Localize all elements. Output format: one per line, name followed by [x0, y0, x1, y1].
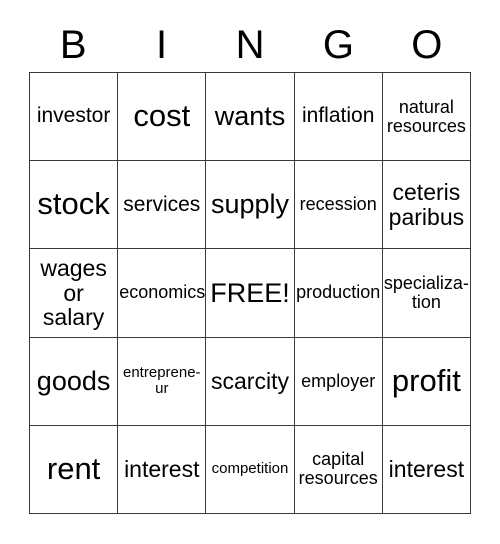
bingo-cell-label: natural resources — [386, 96, 466, 136]
bingo-grid: investor cost wants inflation natural re… — [29, 72, 471, 514]
bingo-cell[interactable]: supply — [206, 161, 295, 250]
bingo-cell[interactable]: investor — [30, 73, 119, 162]
bingo-cell-label: competition — [211, 460, 289, 478]
bingo-cell-label: rent — [46, 450, 101, 486]
bingo-cell-label: employer — [301, 370, 376, 391]
bingo-cell[interactable]: cost — [118, 73, 207, 162]
bingo-cell-label: recession — [299, 194, 377, 215]
bingo-cell[interactable]: natural resources — [382, 73, 471, 162]
bingo-cell-label: cost — [133, 98, 191, 134]
bingo-cell[interactable]: recession — [294, 161, 383, 250]
header-letter-g: G — [322, 23, 354, 67]
bingo-cell-label: interest — [388, 456, 465, 483]
bingo-cell-label: interest — [124, 456, 200, 483]
bingo-cell-label: specializa- tion — [383, 272, 469, 312]
bingo-cell-label: production — [296, 282, 381, 303]
header-letter-o: O — [411, 23, 443, 67]
bingo-cell[interactable]: goods — [30, 337, 119, 426]
bingo-cell[interactable]: entreprene- ur — [118, 337, 207, 426]
bingo-cell-label: capital resources — [298, 449, 378, 489]
bingo-cell[interactable]: stock — [30, 161, 119, 250]
bingo-cell[interactable]: capital resources — [294, 425, 383, 514]
bingo-cell[interactable]: specializa- tion — [382, 249, 471, 338]
bingo-cell[interactable]: services — [118, 161, 207, 250]
bingo-cell[interactable]: production — [294, 249, 383, 338]
bingo-cell[interactable]: interest — [118, 425, 207, 514]
bingo-cell-label: stock — [37, 186, 110, 222]
bingo-free-label: FREE! — [210, 277, 290, 308]
bingo-cell[interactable]: interest — [382, 425, 471, 514]
bingo-cell[interactable]: rent — [30, 425, 119, 514]
bingo-cell-label: investor — [36, 104, 111, 128]
bingo-cell-label: wages or salary — [40, 255, 107, 331]
bingo-cell[interactable]: employer — [294, 337, 383, 426]
bingo-header-row: B I N G O — [29, 18, 471, 72]
bingo-cell-label: goods — [36, 365, 111, 396]
header-letter-b: B — [59, 23, 87, 67]
bingo-cell-label: inflation — [302, 104, 375, 128]
bingo-cell-label: wants — [214, 101, 286, 132]
bingo-cell[interactable]: economics — [118, 249, 207, 338]
bingo-cell-label: profit — [391, 362, 461, 398]
bingo-cell-label: economics — [119, 282, 206, 303]
bingo-cell[interactable]: inflation — [294, 73, 383, 162]
bingo-cell[interactable]: scarcity — [206, 337, 295, 426]
bingo-cell[interactable]: wages or salary — [30, 249, 119, 338]
header-letter-n: N — [235, 23, 265, 67]
bingo-cell[interactable]: competition — [206, 425, 295, 514]
bingo-cell-label: scarcity — [211, 368, 289, 394]
bingo-cell-label: entreprene- ur — [123, 364, 201, 398]
bingo-cell-label: services — [123, 192, 201, 216]
bingo-free-cell[interactable]: FREE! — [206, 249, 295, 338]
bingo-cell-label: ceteris paribus — [388, 179, 465, 230]
bingo-cell[interactable]: wants — [206, 73, 295, 162]
bingo-cell-label: supply — [210, 189, 290, 220]
bingo-cell[interactable]: ceteris paribus — [382, 161, 471, 250]
bingo-card: B I N G O investor cost wants inflation … — [0, 0, 500, 544]
bingo-cell[interactable]: profit — [382, 337, 471, 426]
header-letter-i: I — [156, 23, 168, 67]
